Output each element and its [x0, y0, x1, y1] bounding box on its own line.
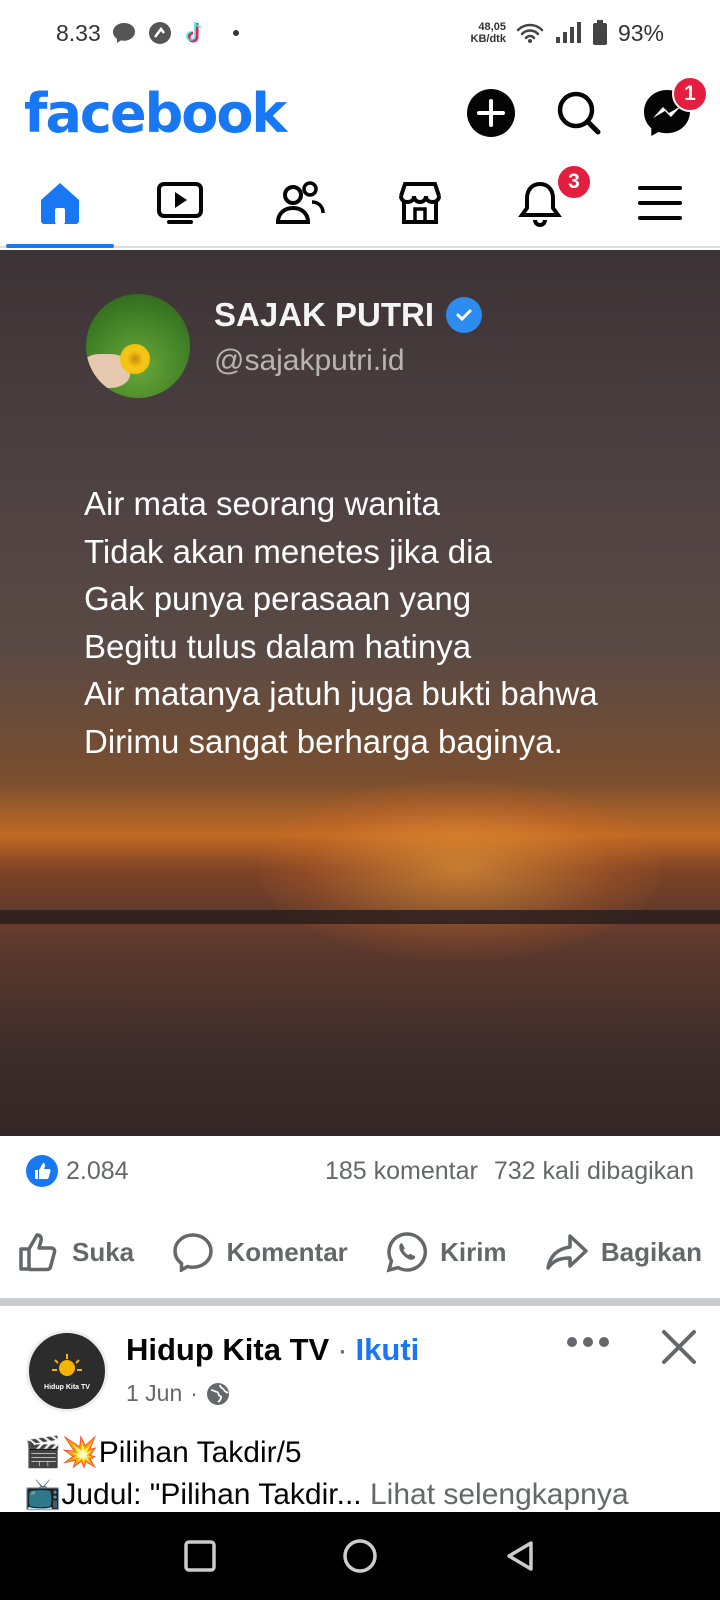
sun-logo-icon	[52, 1353, 82, 1376]
recents-icon[interactable]	[183, 1539, 217, 1573]
reaction-summary: 2.084 185 komentar 732 kali dibagikan	[0, 1148, 720, 1194]
post2-title-row: Hidup Kita TV · Ikuti	[126, 1332, 419, 1368]
whatsapp-status-icon	[148, 22, 171, 44]
page-name[interactable]: Hidup Kita TV	[126, 1332, 329, 1368]
poem-line: Dirimu sangat berharga baginya.	[84, 722, 563, 760]
share-count[interactable]: 732 kali dibagikan	[494, 1157, 694, 1186]
home-circle-icon[interactable]	[342, 1538, 378, 1574]
post2-header: Hidup Kita TV Hidup Kita TV · Ikuti 1 Ju…	[0, 1326, 720, 1426]
more-dots-icon	[567, 1337, 609, 1347]
status-bar: 8.33 48,05 KB/dtk 93%	[0, 0, 720, 66]
comment-label: Komentar	[226, 1236, 348, 1267]
poem-line: Air mata seorang wanita	[84, 485, 440, 522]
see-more-link[interactable]: Lihat selengkapnya	[370, 1478, 629, 1511]
separator: ·	[337, 1332, 348, 1367]
account-name: SAJAK PUTRI	[214, 296, 435, 333]
send-label: Kirim	[440, 1236, 507, 1267]
friends-icon	[275, 181, 325, 224]
share-button[interactable]: Bagikan	[545, 1232, 702, 1272]
like-label: Suka	[72, 1236, 135, 1267]
back-triangle-icon[interactable]	[503, 1539, 537, 1573]
signal-icon	[555, 22, 581, 43]
comment-count[interactable]: 185 komentar	[325, 1157, 478, 1186]
post-image[interactable]: SAJAK PUTRI @sajakputri.id Air mata seor…	[0, 250, 720, 1136]
tab-notifications[interactable]: 3	[480, 160, 600, 246]
send-button[interactable]: Kirim	[386, 1231, 507, 1273]
thumbs-up-icon	[19, 1233, 57, 1272]
close-icon	[662, 1330, 696, 1364]
hamburger-menu-icon	[638, 186, 682, 220]
plus-icon	[467, 89, 515, 137]
flower-image	[120, 344, 150, 374]
nav-tabs: 3	[0, 160, 720, 248]
network-speed: 48,05 KB/dtk	[470, 21, 506, 45]
whatsapp-icon	[386, 1232, 428, 1273]
battery-icon	[592, 20, 607, 45]
share-label: Bagikan	[600, 1236, 702, 1267]
more-options-button[interactable]	[566, 1332, 610, 1357]
tab-menu[interactable]	[600, 160, 720, 246]
poem-line: Begitu tulus dalam hatinya	[84, 627, 472, 665]
horizon-line	[0, 910, 720, 924]
comment-button[interactable]: Komentar	[172, 1232, 348, 1272]
globe-icon	[206, 1382, 229, 1405]
verified-badge-icon	[446, 297, 483, 333]
poem-line: Tidak akan menetes jika dia	[84, 532, 492, 570]
create-button[interactable]	[462, 84, 520, 142]
status-time: 8.33	[56, 19, 101, 46]
page-avatar[interactable]: Hidup Kita TV	[26, 1330, 108, 1412]
search-icon	[557, 91, 601, 135]
messenger-badge: 1	[672, 76, 708, 112]
tiktok-icon	[185, 21, 201, 43]
post2-line1: 🎬💥Pilihan Takdir/5	[24, 1436, 302, 1469]
wifi-icon	[516, 23, 544, 43]
like-button[interactable]: Suka	[18, 1232, 134, 1272]
follow-button[interactable]: Ikuti	[356, 1332, 420, 1368]
page-avatar-label: Hidup Kita TV	[44, 1383, 90, 1391]
tab-friends[interactable]	[240, 160, 360, 246]
facebook-logo[interactable]: facebook	[24, 82, 287, 145]
tab-home[interactable]	[0, 160, 120, 248]
messenger-button[interactable]: 1	[638, 76, 708, 142]
video-icon	[157, 182, 203, 224]
share-icon	[546, 1234, 588, 1270]
post-date[interactable]: 1 Jun	[126, 1380, 182, 1407]
poem-line: Air matanya jatuh juga bukti bahwa	[84, 675, 598, 712]
marketplace-icon	[399, 182, 441, 224]
like-reaction-icon[interactable]	[26, 1155, 58, 1187]
tab-marketplace[interactable]	[360, 160, 480, 246]
feed-divider	[0, 1298, 720, 1306]
post2-text: 🎬💥Pilihan Takdir/5 📺Judul: "Pilihan Takd…	[24, 1432, 704, 1516]
tab-watch[interactable]	[120, 160, 240, 246]
account-avatar	[86, 294, 190, 398]
notification-dot	[232, 30, 239, 36]
chat-bubble-icon	[112, 23, 135, 43]
home-icon	[41, 183, 79, 224]
like-count[interactable]: 2.084	[66, 1157, 129, 1186]
notifications-badge: 3	[556, 164, 592, 200]
account-name-row: SAJAK PUTRI	[214, 296, 483, 334]
system-nav-bar	[0, 1512, 720, 1600]
comment-icon	[173, 1233, 214, 1272]
search-button[interactable]	[550, 84, 608, 142]
date-separator: ·	[190, 1380, 198, 1406]
battery-percent: 93%	[617, 19, 664, 46]
post2-line2: 📺Judul: "Pilihan Takdir... Lihat selengk…	[24, 1478, 629, 1511]
post-actions: Suka Komentar Kirim Bagikan	[0, 1226, 720, 1278]
poem-line: Gak punya perasaan yang	[84, 580, 472, 617]
app-header: facebook 1	[0, 76, 720, 148]
poem-text: Air mata seorang wanita Tidak akan menet…	[84, 480, 598, 765]
water-reflection	[0, 924, 720, 1136]
account-handle: @sajakputri.id	[214, 344, 405, 377]
hide-post-button[interactable]	[660, 1328, 698, 1371]
post2-meta: 1 Jun ·	[126, 1380, 230, 1407]
